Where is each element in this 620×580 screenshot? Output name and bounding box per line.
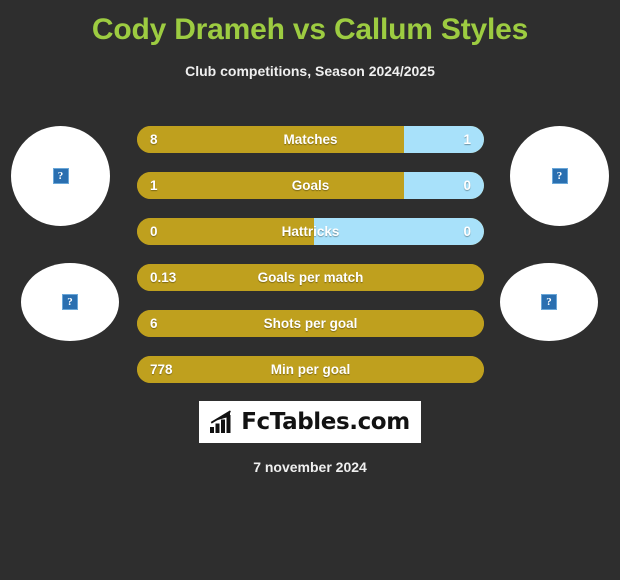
logo-text: FcTables.com (241, 409, 410, 435)
avatar-player-one-secondary: ? (21, 263, 119, 341)
broken-image-icon: ? (541, 294, 557, 310)
bar-chart-arrow-icon (210, 410, 232, 433)
broken-image-icon: ? (52, 168, 69, 184)
avatar-player-two-secondary: ? (500, 263, 598, 341)
avatar-player-one-primary: ? (11, 126, 110, 226)
stat-row-matches: 8 Matches 1 (137, 126, 484, 153)
stat-label: Hattricks (281, 224, 340, 239)
stat-away-value: 1 (463, 132, 471, 147)
page-title: Cody Drameh vs Callum Styles (91, 13, 529, 46)
stats-bar-list: 8 Matches 1 1 Goals 0 0 Hattricks 0 0.13… (137, 126, 484, 402)
broken-image-icon: ? (62, 294, 78, 310)
stat-row-min-per-goal: 778 Min per goal (137, 356, 484, 383)
stat-row-shots-per-goal: 6 Shots per goal (137, 310, 484, 337)
stat-label: Min per goal (270, 362, 351, 377)
stat-away-value: 0 (463, 224, 471, 239)
broken-image-icon: ? (551, 168, 568, 184)
stat-away-value: 0 (463, 178, 471, 193)
stat-row-goals-per-match: 0.13 Goals per match (137, 264, 484, 291)
footer-date: 7 november 2024 (253, 459, 367, 475)
stat-row-goals: 1 Goals 0 (137, 172, 484, 199)
stat-label: Goals per match (257, 270, 364, 285)
stat-row-hattricks: 0 Hattricks 0 (137, 218, 484, 245)
logo-inner: FcTables.com (210, 409, 410, 435)
fctables-logo[interactable]: FcTables.com (199, 401, 421, 443)
stat-label: Matches (283, 132, 338, 147)
stat-comparison-page: Cody Drameh vs Callum Styles Club compet… (0, 0, 620, 580)
page-subtitle: Club competitions, Season 2024/2025 (185, 63, 435, 79)
stat-label: Goals (291, 178, 330, 193)
avatar-player-two-primary: ? (510, 126, 609, 226)
stat-label: Shots per goal (263, 316, 358, 331)
